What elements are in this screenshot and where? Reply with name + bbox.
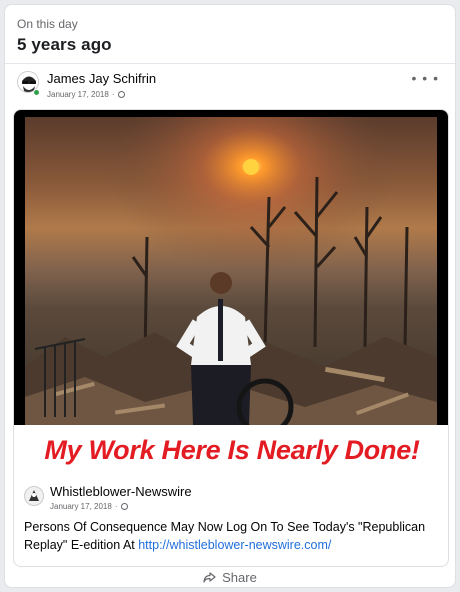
- header-divider: [5, 63, 455, 64]
- linked-author[interactable]: Whistleblower-Newswire: [50, 484, 192, 499]
- share-button[interactable]: Share: [5, 567, 455, 587]
- globe-icon: [120, 503, 128, 510]
- memory-card: On this day 5 years ago James Jay Schifr…: [4, 4, 456, 588]
- online-status-dot: [33, 89, 40, 96]
- more-icon[interactable]: • • •: [412, 71, 439, 85]
- post-header: James Jay Schifrin January 17, 2018 · • …: [17, 71, 443, 103]
- memory-title: 5 years ago: [17, 35, 112, 54]
- globe-icon: [117, 91, 125, 98]
- memory-eyebrow: On this day: [17, 17, 78, 31]
- post-date[interactable]: January 17, 2018: [47, 90, 109, 99]
- image-caption-band: My Work Here Is Nearly Done!: [14, 425, 448, 476]
- fire-scene-photo: [25, 117, 437, 425]
- linked-meta: January 17, 2018 ·: [50, 502, 128, 511]
- post-author[interactable]: James Jay Schifrin: [47, 71, 156, 86]
- linked-avatar[interactable]: [24, 486, 44, 506]
- meme-image[interactable]: My Work Here Is Nearly Done!: [14, 110, 448, 476]
- share-label: Share: [222, 569, 257, 585]
- post-meta: January 17, 2018 ·: [47, 90, 125, 99]
- linked-date[interactable]: January 17, 2018: [50, 502, 112, 511]
- whistleblower-link[interactable]: http://whistleblower-newswire.com/: [138, 538, 331, 552]
- shared-post-card: My Work Here Is Nearly Done! Whistleblow…: [13, 109, 449, 567]
- linked-body: Persons Of Consequence May Now Log On To…: [24, 518, 442, 554]
- image-caption: My Work Here Is Nearly Done!: [44, 435, 420, 465]
- share-icon: [203, 571, 216, 583]
- memory-header: On this day 5 years ago: [17, 17, 112, 55]
